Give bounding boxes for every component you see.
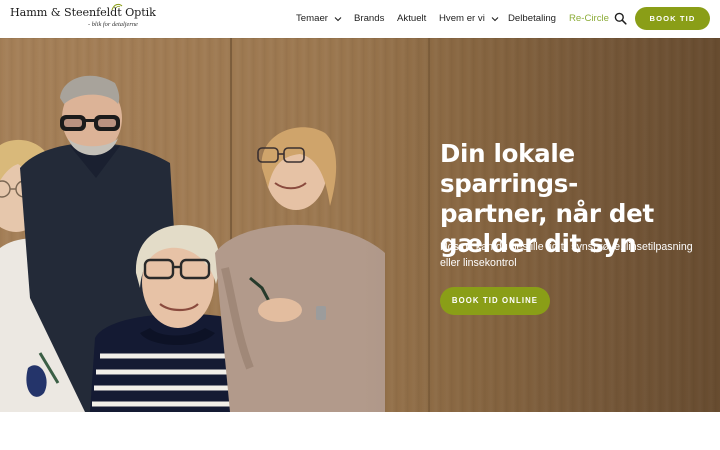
nav-item-label: Aktuelt — [397, 13, 427, 24]
nav-item-temaer[interactable]: Temaer — [296, 13, 342, 25]
nav-item-label: Temaer — [296, 13, 328, 24]
nav-item-label: Re-Circle — [569, 13, 609, 24]
nav-item-label: Delbetaling — [508, 13, 557, 24]
nav-item-delbetaling[interactable]: Delbetaling — [508, 13, 556, 25]
chevron-down-icon — [491, 17, 498, 22]
site-header: Hamm & Steenfeldt Optik - blik for detal… — [0, 0, 720, 38]
hero-title-line: partner, når det — [440, 199, 654, 228]
main-nav: Temaer Brands Aktuelt Hvem er vi Delbeta… — [0, 0, 720, 38]
nav-item-brands[interactable]: Brands — [354, 13, 384, 25]
nav-item-label: Brands — [354, 13, 385, 24]
nav-item-label: Hvem er vi — [439, 13, 485, 24]
search-icon[interactable] — [614, 12, 627, 25]
nav-item-hvem-er-vi[interactable]: Hvem er vi — [439, 13, 499, 25]
hero-subtitle: Hos os kan du bestille tid til synsprøve… — [440, 241, 693, 269]
book-tid-online-button[interactable]: BOOK TID ONLINE — [440, 287, 550, 315]
chevron-down-icon — [334, 17, 342, 22]
nav-item-re-circle[interactable]: Re-Circle — [569, 13, 609, 25]
hero-title-line: Din lokale sparrings- — [440, 139, 578, 198]
book-tid-button[interactable]: BOOK TID — [635, 7, 710, 30]
nav-item-aktuelt[interactable]: Aktuelt — [397, 13, 426, 25]
hero-section: Din lokale sparrings- partner, når det g… — [0, 38, 720, 412]
